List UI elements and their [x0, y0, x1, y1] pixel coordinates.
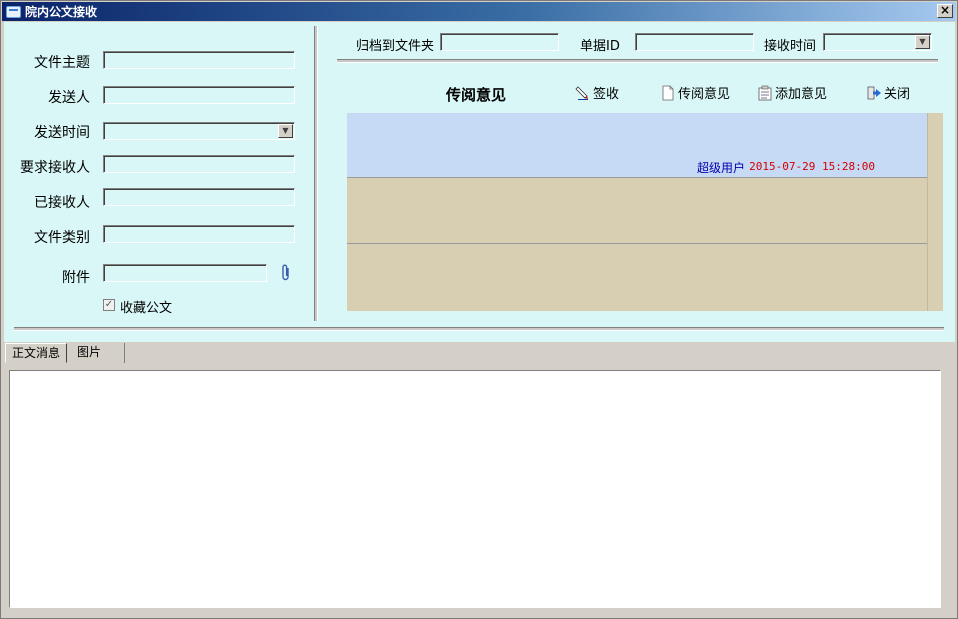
receive-time-combo[interactable]: ▼: [823, 33, 932, 51]
sign-button[interactable]: 签收: [575, 83, 619, 102]
main-window: 院内公文接收 × 文件主题 发送人 发送时间 ▼ 要求接收人 已接收人 文件类别…: [0, 0, 958, 619]
opinion-row[interactable]: [347, 179, 927, 244]
title-bar[interactable]: 院内公文接收 ×: [2, 2, 956, 21]
circulate-opinion-button[interactable]: 传阅意见: [660, 83, 730, 102]
window-app-icon: [6, 5, 21, 18]
doc-id-label: 单据ID: [580, 39, 620, 54]
sender-label: 发送人: [48, 90, 90, 106]
archive-field[interactable]: [440, 33, 559, 51]
close-panel-label: 关闭: [884, 87, 911, 102]
exit-door-icon: [866, 85, 882, 101]
chevron-down-icon[interactable]: ▼: [278, 124, 293, 138]
document-icon: [660, 85, 676, 101]
vertical-divider: [314, 26, 318, 321]
window-title: 院内公文接收: [25, 5, 98, 19]
required-recipients-field[interactable]: [103, 155, 295, 173]
sign-button-label: 签收: [593, 87, 620, 102]
opinions-title: 传阅意见: [446, 86, 507, 104]
opinion-scrollbar[interactable]: [927, 113, 943, 311]
close-panel-button[interactable]: 关闭: [866, 83, 910, 102]
subject-label: 文件主题: [34, 55, 90, 71]
doc-id-field[interactable]: [635, 33, 754, 51]
send-time-label: 发送时间: [34, 125, 90, 141]
subject-field[interactable]: [103, 51, 295, 69]
chevron-down-icon[interactable]: ▼: [915, 35, 930, 49]
required-recipients-label: 要求接收人: [20, 160, 90, 176]
favorite-checkbox[interactable]: ✓: [103, 299, 115, 311]
panel-bottom-divider: [14, 327, 944, 331]
send-time-combo[interactable]: ▼: [103, 122, 295, 140]
opinion-list: 超级用户 2015-07-29 15:28:00: [347, 113, 943, 311]
circulate-opinion-label: 传阅意见: [678, 87, 731, 102]
body-content-area[interactable]: [9, 370, 941, 608]
close-window-button[interactable]: ×: [937, 4, 953, 18]
paperclip-icon[interactable]: [281, 264, 291, 282]
add-opinion-button[interactable]: 添加意见: [757, 83, 827, 102]
attachment-field[interactable]: [103, 264, 267, 282]
category-label: 文件类别: [34, 230, 90, 246]
archive-label: 归档到文件夹: [356, 39, 435, 54]
opinion-row[interactable]: [347, 245, 927, 310]
receive-time-label: 接收时间: [764, 39, 817, 54]
tab-body-message[interactable]: 正文消息: [5, 343, 68, 363]
received-label: 已接收人: [34, 195, 90, 211]
content-tabs: 正文消息 图片: [5, 343, 126, 363]
category-field[interactable]: [103, 225, 295, 243]
attachment-label: 附件: [62, 270, 90, 286]
favorite-label: 收藏公文: [120, 301, 173, 316]
sign-pen-icon: [575, 85, 591, 101]
opinion-user: 超级用户: [696, 161, 745, 175]
sender-field[interactable]: [103, 86, 295, 104]
document-info-panel: 文件主题 发送人 发送时间 ▼ 要求接收人 已接收人 文件类别 附件 ✓ 收藏公…: [4, 22, 955, 342]
opinion-row[interactable]: 超级用户 2015-07-29 15:28:00: [347, 113, 927, 178]
add-opinion-label: 添加意见: [775, 87, 828, 102]
received-field[interactable]: [103, 188, 295, 206]
header-divider: [337, 59, 938, 63]
opinion-time: 2015-07-29 15:28:00: [749, 160, 875, 173]
add-note-icon: [757, 85, 773, 101]
tab-images[interactable]: 图片: [67, 343, 126, 363]
